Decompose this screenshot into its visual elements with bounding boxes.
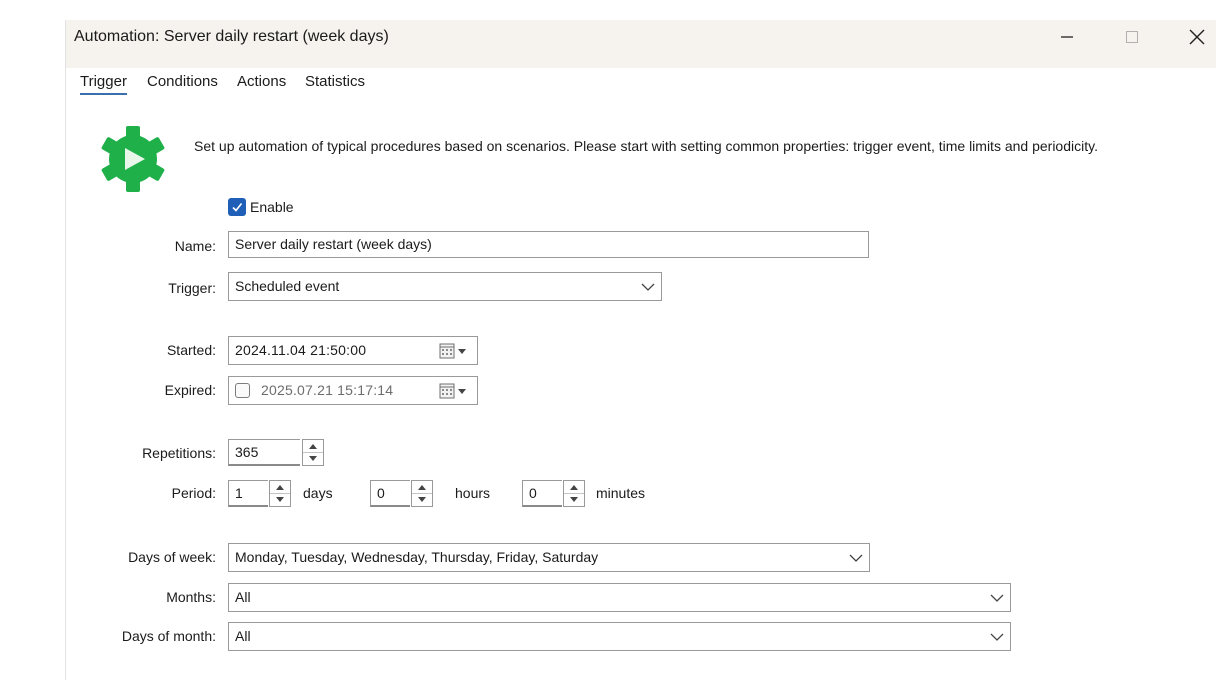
- period-days-spin-buttons[interactable]: [269, 480, 291, 507]
- period-minutes-input[interactable]: 0: [522, 480, 562, 507]
- repetitions-spin-buttons[interactable]: [302, 439, 324, 466]
- period-hours-spin-buttons[interactable]: [411, 480, 433, 507]
- months-select[interactable]: All: [228, 583, 1011, 612]
- days-of-week-label: Days of week:: [128, 549, 216, 565]
- spin-down-icon[interactable]: [270, 493, 290, 505]
- started-label: Started:: [166, 342, 216, 358]
- started-datetime-picker[interactable]: 2024.11.04 21:50:00: [228, 336, 478, 365]
- expired-label: Expired:: [164, 382, 216, 398]
- calendar-dropdown-icon[interactable]: [439, 383, 469, 399]
- spin-down-icon[interactable]: [303, 452, 323, 464]
- spin-down-icon[interactable]: [412, 493, 432, 505]
- spin-down-icon[interactable]: [564, 493, 584, 505]
- calendar-dropdown-icon[interactable]: [439, 343, 469, 359]
- period-days-input[interactable]: 1: [228, 480, 268, 507]
- period-minutes-stepper[interactable]: 0: [522, 480, 586, 507]
- tab-trigger[interactable]: Trigger: [80, 73, 127, 95]
- enable-label[interactable]: Enable: [250, 199, 294, 215]
- trigger-value: Scheduled event: [235, 278, 340, 294]
- tab-actions[interactable]: Actions: [237, 73, 286, 93]
- chevron-down-icon: [990, 594, 1004, 602]
- period-days-stepper[interactable]: 1: [228, 480, 292, 507]
- gear-play-icon: [101, 126, 165, 192]
- chevron-down-icon: [849, 554, 863, 562]
- close-button[interactable]: [1174, 20, 1216, 54]
- period-hours-stepper[interactable]: 0: [370, 480, 434, 507]
- tab-statistics[interactable]: Statistics: [305, 73, 365, 93]
- trigger-label: Trigger:: [168, 280, 216, 296]
- name-label: Name:: [174, 238, 216, 254]
- repetitions-input[interactable]: 365: [228, 439, 300, 466]
- minimize-icon: [1061, 36, 1073, 38]
- repetitions-label: Repetitions:: [142, 445, 216, 461]
- maximize-icon: [1126, 31, 1138, 43]
- chevron-down-icon: [990, 633, 1004, 641]
- chevron-down-icon: [641, 283, 655, 291]
- title-bar[interactable]: Automation: Server daily restart (week d…: [66, 20, 1216, 68]
- enable-checkbox[interactable]: [228, 198, 246, 216]
- months-label: Months:: [166, 589, 216, 605]
- close-icon: [1189, 29, 1205, 45]
- days-of-week-select[interactable]: Monday, Tuesday, Wednesday, Thursday, Fr…: [228, 543, 870, 572]
- trigger-select[interactable]: Scheduled event: [228, 272, 662, 301]
- expired-value: 2025.07.21 15:17:14: [261, 382, 394, 398]
- started-value: 2024.11.04 21:50:00: [235, 342, 367, 358]
- expired-checkbox[interactable]: [235, 383, 250, 398]
- period-hours-input[interactable]: 0: [370, 480, 410, 507]
- minimize-button[interactable]: [1044, 20, 1090, 54]
- days-of-month-label: Days of month:: [121, 628, 216, 644]
- name-field[interactable]: Server daily restart (week days): [228, 231, 869, 258]
- period-hours-unit: hours: [455, 485, 491, 501]
- expired-datetime-picker[interactable]: 2025.07.21 15:17:14: [228, 376, 478, 405]
- months-value: All: [235, 589, 251, 605]
- automation-window: Automation: Server daily restart (week d…: [65, 20, 1216, 680]
- window-title: Automation: Server daily restart (week d…: [74, 28, 389, 45]
- intro-description: Set up automation of typical procedures …: [194, 138, 1098, 154]
- period-label: Period:: [171, 485, 216, 501]
- days-of-month-select[interactable]: All: [228, 622, 1011, 651]
- repetitions-stepper[interactable]: 365: [228, 439, 326, 466]
- tab-bar: Trigger Conditions Actions Statistics: [66, 70, 1216, 100]
- tab-conditions[interactable]: Conditions: [147, 73, 218, 93]
- period-minutes-spin-buttons[interactable]: [563, 480, 585, 507]
- maximize-button[interactable]: [1109, 20, 1155, 54]
- period-days-unit: days: [303, 485, 333, 501]
- days-of-month-value: All: [235, 628, 251, 644]
- period-minutes-unit: minutes: [596, 485, 646, 501]
- checkmark-icon: [232, 203, 243, 212]
- days-of-week-value: Monday, Tuesday, Wednesday, Thursday, Fr…: [235, 549, 599, 565]
